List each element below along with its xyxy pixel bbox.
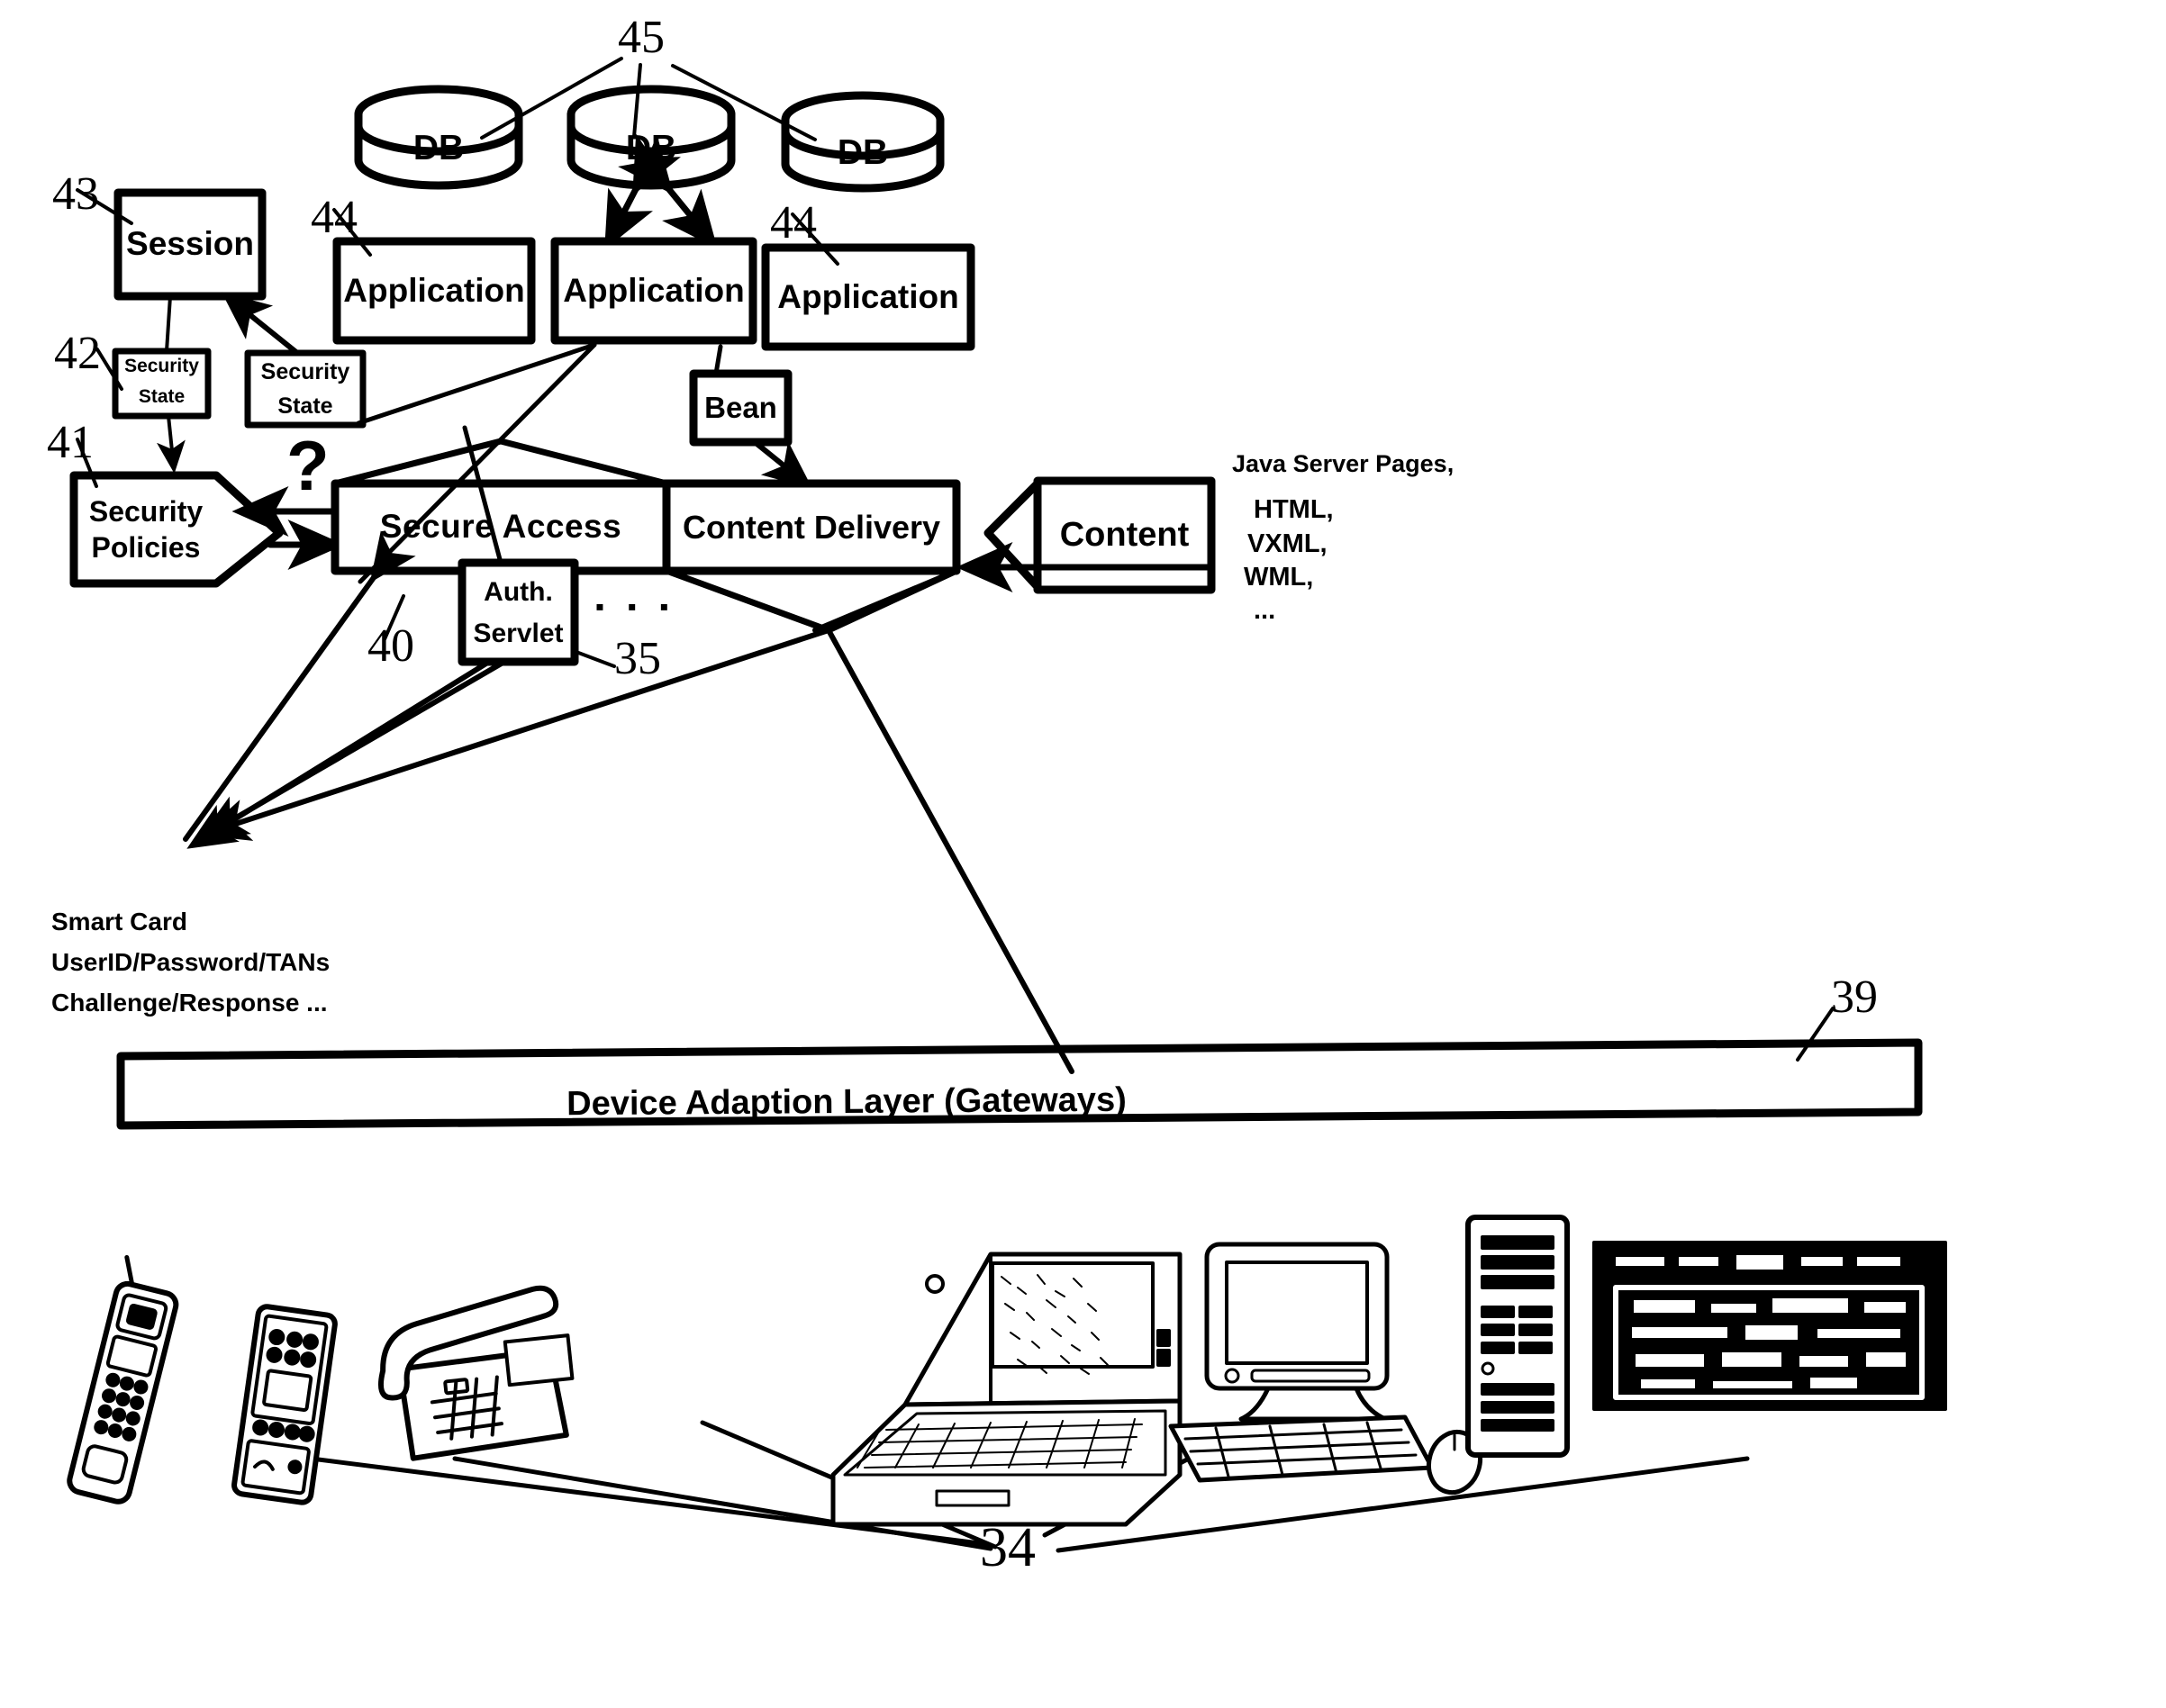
- auth-servlet-line1: Auth.: [484, 577, 553, 608]
- session-label: Session: [126, 225, 254, 263]
- ref-43: 43: [52, 168, 99, 220]
- laptop-illustration: [830, 1252, 1183, 1527]
- ref-45: 45: [618, 12, 665, 63]
- ref-35: 35: [614, 633, 661, 684]
- auth-method-1: UserID/Password/TANs: [51, 948, 331, 976]
- servlet-ellipsis: ▪ ▪ ▪: [595, 592, 677, 620]
- patent-figure: DB DB DB 45 Session 43 Security State 42…: [0, 0, 2166, 1708]
- diagram-vector-layer: [67, 57, 1947, 1553]
- mobile-phone-illustration: [67, 1254, 179, 1505]
- content-label: Content: [1059, 515, 1190, 554]
- question-mark-annotation: ?: [286, 426, 330, 505]
- db-label-3: DB: [837, 132, 889, 172]
- bean-label: Bean: [704, 390, 777, 424]
- security-policies-line2: Policies: [91, 531, 201, 565]
- content-format-1: HTML,: [1254, 495, 1334, 524]
- security-state-left-line1: Security: [124, 355, 199, 376]
- auth-method-2: Challenge/Response ...: [51, 989, 328, 1017]
- device-adaption-layer-label: Device Adaption Layer (Gateways): [566, 1080, 1127, 1124]
- ref-44-left: 44: [311, 192, 358, 243]
- secure-access-label: Secure Access: [379, 508, 622, 546]
- content-delivery-label: Content Delivery: [682, 508, 941, 546]
- pda-illustration: [231, 1304, 338, 1505]
- auth-method-0: Smart Card: [51, 908, 187, 935]
- auth-servlet-line2: Servlet: [473, 619, 564, 649]
- television-illustration: [1592, 1241, 1947, 1411]
- ref-34: 34: [980, 1517, 1036, 1578]
- desktop-computer-illustration: [1168, 1215, 1570, 1496]
- ref-40: 40: [367, 620, 414, 672]
- db-label-1: DB: [412, 128, 465, 167]
- security-state-left-line2: State: [138, 385, 186, 407]
- security-state-mid-line2: State: [277, 393, 333, 419]
- ref-39: 39: [1831, 971, 1878, 1023]
- content-format-0: Java Server Pages,: [1232, 450, 1455, 477]
- security-state-mid-line1: Security: [260, 358, 350, 384]
- ref-44-right: 44: [770, 197, 817, 249]
- security-policies-line1: Security: [88, 495, 204, 529]
- application-label-3: Application: [777, 277, 959, 315]
- content-format-4: ...: [1254, 596, 1276, 625]
- content-delivery-bottom-chevron: [663, 567, 960, 634]
- desk-phone-illustration: [378, 1285, 575, 1461]
- content-format-3: WML,: [1244, 563, 1314, 592]
- application-label-1: Application: [343, 271, 525, 309]
- ref-42: 42: [54, 328, 101, 379]
- content-format-2: VXML,: [1247, 529, 1328, 558]
- content-arrow-head: [983, 476, 1045, 594]
- application-label-2: Application: [563, 271, 745, 309]
- secure-access-top-chevron: [331, 438, 670, 487]
- db-label-2: DB: [625, 128, 677, 167]
- ref-41: 41: [47, 417, 94, 468]
- security-policies-shape: [69, 471, 284, 588]
